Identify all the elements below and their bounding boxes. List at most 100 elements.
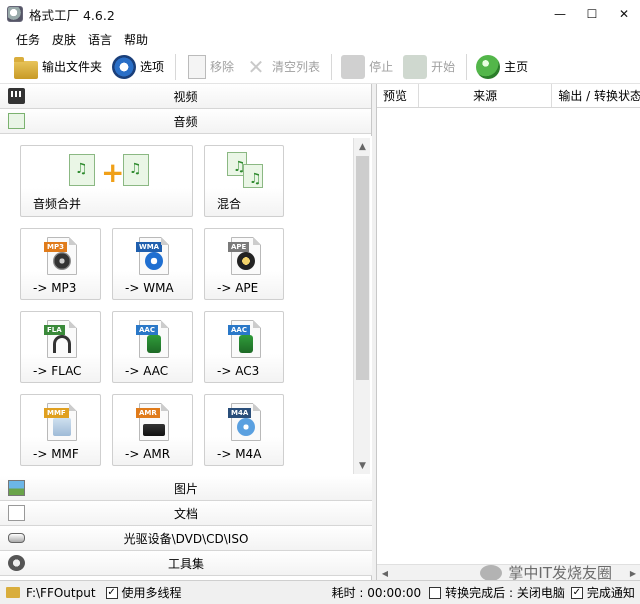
tile-wma[interactable]: WMA -> WMA (112, 228, 193, 300)
column-source[interactable]: 来源 (419, 84, 553, 107)
tile-mp3[interactable]: MP3 -> MP3 (20, 228, 101, 300)
category-document[interactable]: 文档 (0, 501, 372, 526)
tile-audio-mix[interactable]: 混合 (204, 145, 284, 217)
mmf-file-icon: MMF (44, 403, 77, 441)
category-image-label: 图片 (173, 481, 198, 496)
picture-icon (8, 480, 25, 496)
menu-bar: 任务 皮肤 语言 帮助 (0, 28, 640, 50)
menu-language[interactable]: 语言 (82, 31, 118, 48)
globe-icon (476, 54, 501, 79)
speaker-icon (147, 335, 161, 353)
speaker-icon (53, 252, 71, 270)
output-path[interactable]: F:\FFOutput (26, 586, 96, 600)
category-image[interactable]: 图片 (0, 476, 372, 501)
tile-ape[interactable]: APE -> APE (204, 228, 284, 300)
multithread-checkbox[interactable]: ✓ (105, 586, 118, 599)
grid-scrollbar[interactable]: ▲ ▼ (353, 138, 370, 474)
audio-file-icon (69, 154, 95, 186)
format-badge: AMR (136, 408, 160, 418)
tile-label: 音频合并 (33, 197, 82, 211)
scroll-up-arrow[interactable]: ▲ (354, 138, 371, 155)
clear-icon: ✕ (247, 54, 265, 79)
stop-icon (341, 54, 366, 79)
disc-drive-icon (8, 533, 25, 543)
scroll-thumb[interactable] (356, 156, 369, 380)
ape-file-icon: APE (228, 237, 261, 275)
after-convert-checkbox[interactable] (429, 586, 442, 599)
task-list-panel: 预览 来源 输出 / 转换状态 ◀ ▶ (376, 84, 640, 580)
tile-amr[interactable]: AMR -> AMR (112, 394, 193, 466)
notify-label: 完成通知 (586, 586, 635, 600)
tile-label: -> AMR (125, 447, 171, 461)
options-label: 选项 (140, 60, 165, 74)
folder-icon (6, 587, 20, 598)
category-disc[interactable]: 光驱设备\DVD\CD\ISO (0, 526, 372, 551)
toolbar-separator (175, 53, 177, 80)
category-video[interactable]: 视频 (0, 84, 371, 109)
mobile-phone-icon (143, 424, 165, 436)
menu-task[interactable]: 任务 (10, 31, 46, 48)
toolbar: 输出文件夹 选项 移除 ✕ 清空列表 停止 开始 主页 (0, 50, 640, 84)
tile-label: -> APE (217, 281, 259, 295)
home-label: 主页 (504, 60, 529, 74)
maximize-button[interactable]: ☐ (576, 0, 608, 28)
category-disc-label: 光驱设备\DVD\CD\ISO (123, 531, 249, 546)
options-button[interactable]: 选项 (108, 52, 168, 82)
tile-mmf[interactable]: MMF -> MMF (20, 394, 101, 466)
menu-skin[interactable]: 皮肤 (46, 31, 82, 48)
toolbar-separator (331, 53, 333, 80)
tools-icon (8, 555, 25, 571)
close-button[interactable]: ✕ (608, 0, 640, 28)
tile-label: -> M4A (217, 447, 262, 461)
menu-help[interactable]: 帮助 (118, 31, 154, 48)
scroll-left-arrow[interactable]: ◀ (377, 565, 393, 581)
scroll-down-arrow[interactable]: ▼ (354, 457, 371, 474)
clear-list-button[interactable]: ✕ 清空列表 (240, 52, 324, 82)
format-badge: MMF (44, 408, 69, 418)
tile-m4a[interactable]: M4A -> M4A (204, 394, 284, 466)
format-badge: AAC (228, 325, 250, 335)
monkey-icon (237, 252, 255, 270)
status-bar: F:\FFOutput ✓ 使用多线程 耗时 : 00:00:00 转换完成后 … (0, 580, 640, 604)
toolbar-separator (466, 53, 468, 80)
stop-button[interactable]: 停止 (337, 52, 397, 82)
notify-checkbox[interactable]: ✓ (570, 586, 583, 599)
title-bar: 格式工厂 4.6.2 — ☐ ✕ (0, 0, 640, 28)
category-document-label: 文档 (173, 506, 198, 521)
minimize-button[interactable]: — (544, 0, 576, 28)
format-badge: FLA (44, 325, 65, 335)
mp3-file-icon: MP3 (44, 237, 77, 275)
music-note-icon (8, 113, 25, 129)
cd-icon (237, 418, 255, 436)
column-preview[interactable]: 预览 (377, 84, 419, 107)
audio-tool-grid: + 音频合并 混合 MP3 -> MP3 WMA -> WMA APE -> A… (0, 136, 372, 476)
remove-button[interactable]: 移除 (181, 52, 238, 82)
output-folder-label: 输出文件夹 (42, 60, 103, 74)
document-icon (8, 505, 25, 521)
category-tools-label: 工具集 (167, 556, 204, 571)
tile-label: -> MMF (33, 447, 79, 461)
category-video-label: 视频 (173, 89, 198, 104)
tile-audio-merge[interactable]: + 音频合并 (20, 145, 193, 217)
aac-file-icon: AAC (136, 320, 169, 358)
column-output-status[interactable]: 输出 / 转换状态 (552, 84, 640, 107)
format-badge: AAC (136, 325, 158, 335)
tile-label: 混合 (217, 197, 242, 211)
category-tools[interactable]: 工具集 (0, 551, 372, 576)
amr-file-icon: AMR (136, 403, 169, 441)
tile-aac[interactable]: AAC -> AAC (112, 311, 193, 383)
audio-file-icon (123, 154, 149, 186)
format-badge: WMA (136, 242, 163, 252)
tile-ac3[interactable]: AAC -> AC3 (204, 311, 284, 383)
lower-categories: 图片 文档 光驱设备\DVD\CD\ISO 工具集 (0, 476, 372, 576)
output-folder-button[interactable]: 输出文件夹 (10, 52, 106, 82)
wechat-icon (480, 564, 503, 581)
category-audio[interactable]: 音频 (0, 109, 371, 134)
stop-label: 停止 (369, 60, 394, 74)
start-button[interactable]: 开始 (399, 52, 459, 82)
scroll-right-arrow[interactable]: ▶ (625, 565, 640, 581)
home-button[interactable]: 主页 (472, 52, 532, 82)
format-badge: MP3 (44, 242, 67, 252)
start-icon (403, 54, 428, 79)
tile-flac[interactable]: FLA -> FLAC (20, 311, 101, 383)
